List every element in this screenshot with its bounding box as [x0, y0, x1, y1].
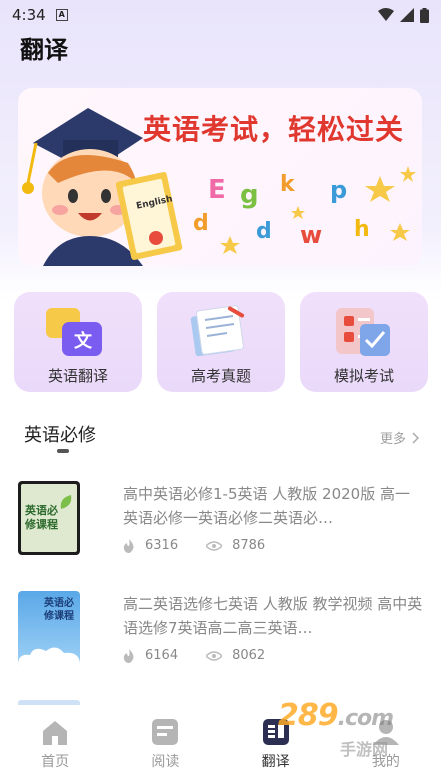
wifi-icon — [378, 8, 394, 21]
translate-icon: 文 — [44, 300, 110, 360]
reading-icon — [152, 719, 179, 745]
exam-papers-icon — [187, 300, 253, 360]
cloud-icon — [18, 647, 80, 665]
mock-test-icon — [330, 300, 396, 360]
status-bar: 4:34 A — [0, 0, 441, 30]
feature-label: 英语翻译 — [47, 367, 108, 385]
course-thumbnail: 英语必修课程 — [18, 481, 80, 555]
banner-headline: 英语考试，轻松过关 — [143, 113, 405, 146]
notification-icon: A — [55, 9, 68, 21]
battery-icon — [420, 7, 429, 23]
svg-text:w: w — [300, 221, 322, 249]
course-title: 高中英语必修1-5英语 人教版 2020版 高一英语必修一英语必修二英语必… — [123, 485, 410, 527]
feature-row: 文 英语翻译 高考真题 模拟考试 — [14, 292, 428, 392]
course-stats: 6316 8786 — [123, 538, 293, 553]
chevron-right-icon — [412, 431, 419, 444]
course-item[interactable]: 英语必修课程 高二英语选修七英语 人教版 教学视频 高中英语选修7英语高二高三英… — [18, 591, 423, 671]
status-time: 4:34 — [12, 6, 46, 24]
feature-label: 高考真题 — [190, 367, 251, 385]
tab-label: 首页 — [41, 754, 70, 770]
svg-text:文: 文 — [74, 330, 93, 352]
feature-past-exams[interactable]: 高考真题 — [157, 292, 285, 392]
tab-reading[interactable]: 阅读 — [110, 705, 220, 784]
svg-text:p: p — [330, 176, 347, 204]
site-watermark: 289.com — [278, 698, 394, 733]
home-icon — [43, 721, 68, 745]
flame-icon — [123, 538, 134, 553]
course-stats: 6164 8062 — [123, 648, 293, 663]
svg-text:d: d — [256, 219, 272, 244]
feature-label: 模拟考试 — [333, 367, 394, 385]
watermark-main: 289 — [278, 698, 339, 733]
watermark-suffix: .com — [337, 706, 394, 731]
feature-mock-exam[interactable]: 模拟考试 — [300, 292, 428, 392]
course-title: 高二英语选修七英语 人教版 教学视频 高中英语选修7英语高二高三英语… — [123, 595, 423, 637]
watermark-sub: 手游网 — [340, 740, 389, 759]
eye-icon — [206, 650, 223, 661]
svg-text:d: d — [193, 211, 209, 236]
promo-banner[interactable]: E g k p d d w h 英语考试，轻松过关 English — [18, 88, 422, 266]
more-label: 更多 — [379, 432, 406, 447]
page-title: 翻译 — [20, 36, 68, 64]
thumb-text: 英语必修课程 — [44, 598, 74, 622]
svg-text:h: h — [354, 217, 370, 242]
svg-text:g: g — [240, 180, 259, 210]
course-thumbnail: 英语必修课程 — [18, 591, 80, 665]
feature-english-translate[interactable]: 文 英语翻译 — [14, 292, 142, 392]
tab-label: 翻译 — [261, 754, 290, 770]
flame-icon — [123, 648, 134, 663]
eye-icon — [206, 540, 223, 551]
views-count: 8062 — [232, 648, 266, 663]
signal-icon — [400, 8, 414, 22]
course-item[interactable]: 英语必修课程 高中英语必修1-5英语 人教版 2020版 高一英语必修一英语必修… — [18, 481, 423, 561]
more-link[interactable]: 更多 — [380, 428, 419, 447]
tab-label: 阅读 — [151, 754, 180, 770]
section-title: 英语必修 — [24, 425, 96, 446]
section-underline — [57, 449, 69, 453]
likes-count: 6164 — [145, 648, 179, 663]
svg-text:E: E — [208, 175, 226, 205]
views-count: 8786 — [232, 538, 266, 553]
tab-home[interactable]: 首页 — [0, 705, 110, 784]
svg-text:k: k — [280, 172, 296, 197]
status-icons — [378, 7, 429, 23]
thumb-text: 英语必修课程 — [25, 504, 58, 531]
likes-count: 6316 — [145, 538, 179, 553]
